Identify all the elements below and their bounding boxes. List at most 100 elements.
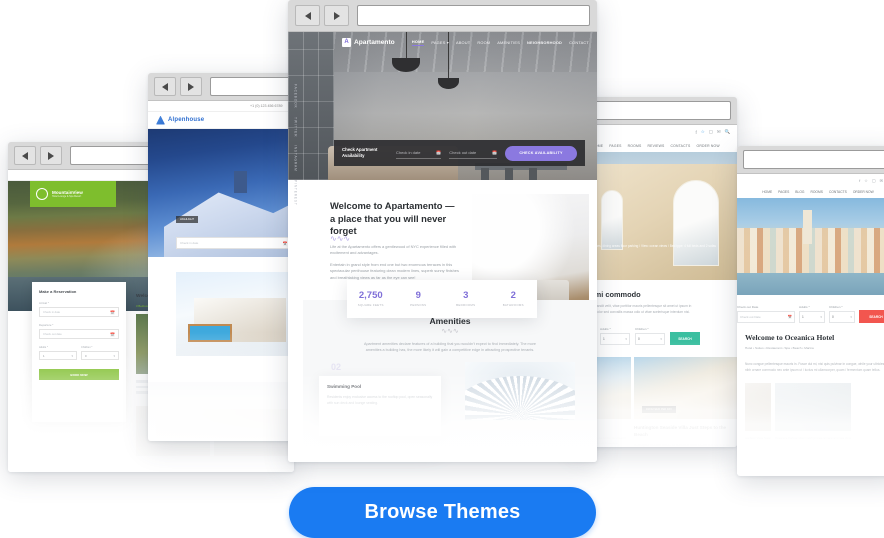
nav-item[interactable]: Rooms (810, 190, 822, 194)
bar-stool-shape (505, 168, 513, 180)
url-input[interactable] (743, 150, 884, 169)
social-link-pinterest[interactable]: PINTEREST (294, 180, 298, 206)
children-stepper[interactable]: 0 ▾ (829, 311, 855, 323)
social-rail[interactable]: FACEBOOK TWITTER INSTAGRAM PINTEREST (288, 70, 303, 220)
adults-stepper[interactable]: 1 ▾ (600, 333, 630, 346)
room-card[interactable]: Standard Single Room From $120 / per nig… (156, 409, 292, 441)
book-now-button[interactable]: BOOK NOW (39, 369, 119, 380)
nav-item[interactable]: Home (762, 190, 772, 194)
gallery-item[interactable]: Harbour View Suite (745, 383, 771, 441)
chevron-down-icon: ▾ (113, 353, 115, 358)
arched-window-shape (673, 180, 719, 266)
search-button[interactable]: SEARCH (670, 332, 700, 346)
nav-item-pages[interactable]: Pages ▾ (431, 40, 449, 45)
nav-item[interactable]: Order Now (853, 190, 874, 194)
back-arrow-icon (304, 11, 311, 20)
departure-input[interactable]: Check out date 📅 (39, 329, 119, 339)
villa-illustration (176, 272, 306, 356)
wave-divider-icon: ∿∿∿ (441, 328, 459, 335)
adults-stepper[interactable]: 1 ▾ (799, 311, 825, 323)
mail-icon[interactable]: ✉ (717, 129, 721, 135)
nav-item[interactable]: Order Now (697, 144, 720, 148)
forward-arrow-icon (188, 82, 194, 91)
site-topbar: f ☆ ▢ ✉ 🔍 (737, 174, 884, 186)
welcome-section: Welcome to Oceanica Hotel Hotel • Suites… (737, 311, 884, 441)
site-nav[interactable]: Home Pages Rooms Reviews Contacts Order … (575, 139, 737, 152)
twitter-icon[interactable]: ☆ (864, 178, 868, 183)
stat-persons: 9 PERSONS (395, 291, 443, 308)
theme-preview-card-seaside[interactable]: f ☆ ▢ ✉ 🔍 Home Pages Rooms Reviews Conta… (575, 97, 737, 447)
site-logo-alpenhouse[interactable]: Alpenhouse (156, 115, 204, 125)
arrival-value: Check in date (43, 310, 61, 314)
stat-bathrooms: 2 BATHROOMS (490, 291, 538, 308)
checkout-input[interactable]: Check out date 📅 (449, 147, 497, 159)
twitter-icon[interactable]: ☆ (701, 129, 705, 135)
search-icon[interactable]: 🔍 (725, 129, 730, 135)
social-link-twitter[interactable]: TWITTER (294, 117, 298, 137)
arrival-input[interactable]: Check in date 📅 (39, 307, 119, 317)
nav-item-home[interactable]: Home (411, 39, 425, 46)
mail-icon[interactable]: ✉ (880, 178, 883, 183)
adults-stepper[interactable]: 1 ▾ (39, 351, 77, 360)
site-logo-mountainview[interactable]: MountainView Hotel Lounge & Spa Resort (30, 181, 116, 207)
facebook-icon[interactable]: f (859, 178, 860, 183)
gallery-item[interactable]: Oceanica Deluxe Room with private terrac… (774, 383, 851, 441)
site-nav[interactable]: Home Pages Blog Rooms Contacts Order Now (737, 186, 884, 198)
date-input[interactable]: Check out Date 📅 (737, 311, 795, 323)
logo-tagline: Hotel Lounge & Spa Resort (52, 195, 82, 198)
browser-chrome (575, 97, 737, 125)
children-stepper[interactable]: 0 ▾ (635, 333, 665, 346)
listing-card[interactable]: FROM $420 PER DAY Huntington Seaside Vil… (634, 357, 737, 447)
instagram-icon[interactable]: ▢ (709, 129, 713, 135)
nav-item-about[interactable]: About (456, 40, 470, 45)
instagram-icon[interactable]: ▢ (872, 178, 876, 183)
arrival-label: Arrival * (39, 301, 49, 305)
nav-item-room[interactable]: Room (477, 40, 490, 45)
nav-item-contact[interactable]: Contact (569, 40, 589, 45)
social-link-facebook[interactable]: FACEBOOK (294, 84, 298, 109)
reservation-panel[interactable]: Make a Reservation Arrival * Check in da… (32, 282, 126, 422)
search-bar[interactable]: Check out Date Check out Date 📅 Adults *… (737, 299, 884, 323)
back-button[interactable] (14, 146, 36, 165)
back-button[interactable] (295, 5, 320, 26)
back-button[interactable] (154, 77, 176, 96)
checkin-value: Check in date (180, 241, 199, 245)
nav-item[interactable]: Pages (778, 190, 789, 194)
adults-label: Adults * (39, 346, 48, 349)
forward-button[interactable] (324, 5, 349, 26)
checkin-input[interactable]: Check in date 📅 (396, 147, 442, 159)
site-nav[interactable]: Home Pages ▾ About Room Amenities Neighb… (411, 39, 589, 46)
children-stepper[interactable]: 0 ▾ (81, 351, 119, 360)
checkin-input[interactable]: Check in date 📅 (176, 237, 292, 249)
url-input[interactable] (581, 101, 731, 120)
nav-item[interactable]: Rooms (628, 144, 642, 148)
intro-section: udin mi commodo Sed pulvinar blandit vel… (575, 280, 737, 447)
nav-item-amenities[interactable]: Amenities (497, 40, 520, 45)
children-label: Children * (81, 346, 93, 349)
theme-preview-card-oceanica[interactable]: f ☆ ▢ ✉ 🔍 Home Pages Blog Rooms Contacts… (737, 146, 884, 476)
nav-item[interactable]: Contacts (671, 144, 691, 148)
availability-bar[interactable]: Check Apartment Availability Check in da… (334, 140, 585, 166)
mountain-logo-icon (156, 115, 165, 125)
nav-item[interactable]: Pages (609, 144, 621, 148)
theme-preview-card-apartamento[interactable]: A Apartamento Home Pages ▾ About Room Am… (288, 0, 597, 462)
gallery-grid: Harbour View Suite Oceanica Deluxe Room … (745, 383, 884, 441)
nav-item[interactable]: Blog (795, 190, 804, 194)
hero-caption: For beaches, dining areas floor parking … (583, 244, 717, 248)
social-link-instagram[interactable]: INSTAGRAM (294, 145, 298, 172)
browse-themes-button[interactable]: Browse Themes (289, 487, 596, 538)
forward-button[interactable] (40, 146, 62, 165)
search-bar[interactable]: 📅 Adults * 1 ▾ Children * (575, 327, 737, 346)
amenity-card-swimming-pool[interactable]: Swimming Pool Residents enjoy exclusive … (319, 376, 441, 436)
nav-item[interactable]: Reviews (647, 144, 664, 148)
site-logo-apartamento[interactable]: A Apartamento (342, 37, 395, 47)
check-availability-button[interactable]: CHECK AVAILABILITY (505, 145, 577, 161)
facebook-icon[interactable]: f (696, 130, 697, 135)
forward-button[interactable] (180, 77, 202, 96)
stat-value: 2 (510, 289, 516, 301)
nav-item[interactable]: Contacts (829, 190, 847, 194)
pool-photo (465, 362, 575, 420)
search-button[interactable]: SEARCH (859, 310, 884, 323)
nav-item-neighborhood[interactable]: Neighborhood (527, 40, 562, 45)
url-input[interactable] (357, 5, 590, 26)
